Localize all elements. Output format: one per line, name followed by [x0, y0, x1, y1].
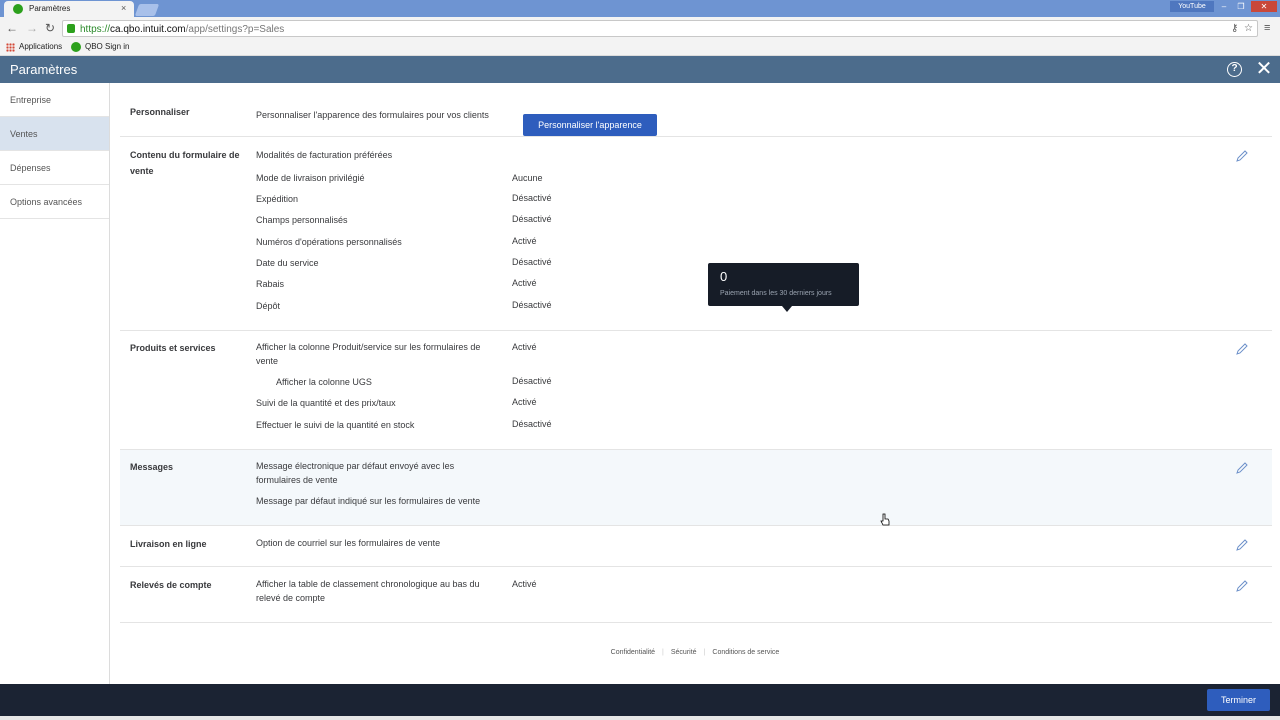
- forward-arrow-icon[interactable]: →: [26, 21, 38, 35]
- pencil-edit-icon[interactable]: [1235, 538, 1249, 552]
- row-value: Activé: [512, 342, 537, 352]
- row-value: Activé: [512, 579, 537, 589]
- pencil-edit-icon[interactable]: [1235, 149, 1249, 163]
- row-label: Afficher la table de classement chronolo…: [256, 579, 480, 603]
- row-label: Numéros d'opérations personnalisés: [256, 237, 402, 247]
- row-label: Suivi de la quantité et des prix/taux: [256, 398, 396, 408]
- bookmark-star-icon[interactable]: ☆: [1244, 23, 1253, 34]
- minimize-window-icon[interactable]: –: [1216, 1, 1232, 12]
- bookmark-applications[interactable]: Applications: [19, 42, 62, 51]
- row-label: Date du service: [256, 258, 319, 268]
- section-title: Contenu du formulaire de vente: [130, 150, 240, 176]
- customize-look-button[interactable]: Personnaliser l'apparence: [523, 114, 657, 136]
- row-value: Désactivé: [512, 376, 552, 386]
- section-produits-services: Produits et services Afficher la colonne…: [120, 331, 1272, 450]
- key-icon[interactable]: ⚷: [1231, 23, 1238, 34]
- browser-tab-title: Paramètres: [29, 4, 71, 13]
- footer-links: Confidentialité | Sécurité | Conditions de s…: [110, 649, 1280, 656]
- restore-window-icon[interactable]: ❐: [1233, 1, 1249, 12]
- sidebar-item-ventes[interactable]: Ventes: [0, 117, 109, 151]
- bookmarks-bar: Applications QBO Sign in: [0, 39, 1280, 56]
- row-value: Aucune: [512, 173, 543, 183]
- row-value: Désactivé: [512, 257, 552, 267]
- address-bar[interactable]: https://ca.qbo.intuit.com/app/settings?p…: [62, 20, 1258, 37]
- row-label: Afficher la colonne Produit/service sur …: [256, 342, 481, 366]
- sidebar-item-depenses[interactable]: Dépenses: [0, 151, 109, 185]
- payment-tooltip: 0 Paiement dans les 30 derniers jours: [708, 263, 859, 312]
- done-button[interactable]: Terminer: [1207, 689, 1270, 711]
- privacy-link[interactable]: Confidentialité: [604, 649, 662, 656]
- section-personnaliser: Personnaliser Personnaliser l'apparence …: [120, 93, 1272, 137]
- row-label: Message par défaut indiqué sur les formu…: [256, 496, 481, 506]
- row-value: Désactivé: [512, 214, 552, 224]
- tooltip-caption: Paiement dans les 30 derniers jours: [720, 290, 832, 297]
- terms-link[interactable]: Conditions de service: [705, 649, 786, 656]
- browser-menu-icon[interactable]: ≡: [1264, 21, 1270, 35]
- personnaliser-description: Personnaliser l'apparence des formulaire…: [256, 110, 489, 120]
- qbo-logo-icon: [71, 42, 81, 52]
- section-title: Messages: [130, 462, 174, 472]
- row-label: Mode de livraison privilégié: [256, 173, 365, 183]
- help-icon[interactable]: ?: [1227, 62, 1242, 77]
- row-label: Modalités de facturation préférées: [256, 150, 393, 160]
- browser-tab-bar: Paramètres × YouTube – ❐ ✕: [0, 0, 1280, 17]
- bottom-action-bar: Terminer: [0, 684, 1280, 716]
- apps-grid-icon: [6, 43, 15, 52]
- hand-cursor-icon: [880, 513, 890, 526]
- pencil-edit-icon[interactable]: [1235, 342, 1249, 356]
- section-title: Personnaliser: [130, 107, 190, 117]
- section-title: Produits et services: [130, 343, 216, 353]
- tooltip-pointer: [782, 306, 792, 312]
- row-label: Option de courriel sur les formulaires d…: [256, 538, 441, 548]
- row-value: Désactivé: [512, 193, 552, 203]
- secure-lock-icon: [67, 24, 75, 33]
- section-messages: Messages Message électronique par défaut…: [120, 450, 1272, 526]
- row-value: Désactivé: [512, 300, 552, 310]
- row-label: Rabais: [256, 279, 285, 289]
- pencil-edit-icon[interactable]: [1235, 461, 1249, 475]
- pencil-edit-icon[interactable]: [1235, 579, 1249, 593]
- row-value: Activé: [512, 278, 537, 288]
- settings-sidebar: Entreprise Ventes Dépenses Options avanc…: [0, 83, 110, 684]
- sidebar-item-options-avancees[interactable]: Options avancées: [0, 185, 109, 219]
- settings-header: Paramètres ? ✕: [0, 56, 1280, 83]
- row-label: Effectuer le suivi de la quantité en sto…: [256, 420, 415, 430]
- security-link[interactable]: Sécurité: [664, 649, 704, 656]
- row-value: Activé: [512, 236, 537, 246]
- section-releves-compte: Relevés de compte Afficher la table de c…: [120, 567, 1272, 623]
- browser-tab[interactable]: Paramètres ×: [4, 1, 134, 17]
- bookmark-qbo-sign-in[interactable]: QBO Sign in: [85, 42, 129, 51]
- taskbar-strip: [0, 716, 1280, 720]
- row-value: Désactivé: [512, 419, 552, 429]
- section-livraison-en-ligne: Livraison en ligne Option de courriel su…: [120, 526, 1272, 567]
- reload-icon[interactable]: ↻: [45, 21, 55, 35]
- browser-toolbar: ← → ↻ https://ca.qbo.intuit.com/app/sett…: [0, 17, 1280, 39]
- page-title: Paramètres: [10, 62, 78, 77]
- section-contenu-formulaire: Contenu du formulaire de vente Modalités…: [120, 137, 1272, 331]
- new-tab-button[interactable]: [134, 4, 160, 16]
- row-value: Activé: [512, 397, 537, 407]
- quickbooks-favicon-icon: [13, 4, 23, 14]
- address-url: https://ca.qbo.intuit.com/app/settings?p…: [80, 24, 285, 35]
- row-label: Dépôt: [256, 301, 281, 311]
- back-arrow-icon[interactable]: ←: [6, 21, 18, 35]
- close-window-icon[interactable]: ✕: [1251, 1, 1277, 12]
- youtube-profile-badge[interactable]: YouTube: [1170, 1, 1214, 12]
- row-label: Champs personnalisés: [256, 215, 348, 225]
- section-title: Relevés de compte: [130, 580, 212, 590]
- row-label: Afficher la colonne UGS: [276, 377, 372, 387]
- row-label: Message électronique par défaut envoyé a…: [256, 461, 455, 485]
- section-title: Livraison en ligne: [130, 539, 207, 549]
- settings-main: Personnaliser Personnaliser l'apparence …: [110, 83, 1280, 684]
- row-label: Expédition: [256, 194, 299, 204]
- sidebar-item-entreprise[interactable]: Entreprise: [0, 83, 109, 117]
- tooltip-count: 0: [720, 269, 728, 284]
- close-icon[interactable]: ✕: [1255, 59, 1273, 79]
- tab-close-icon[interactable]: ×: [121, 3, 126, 13]
